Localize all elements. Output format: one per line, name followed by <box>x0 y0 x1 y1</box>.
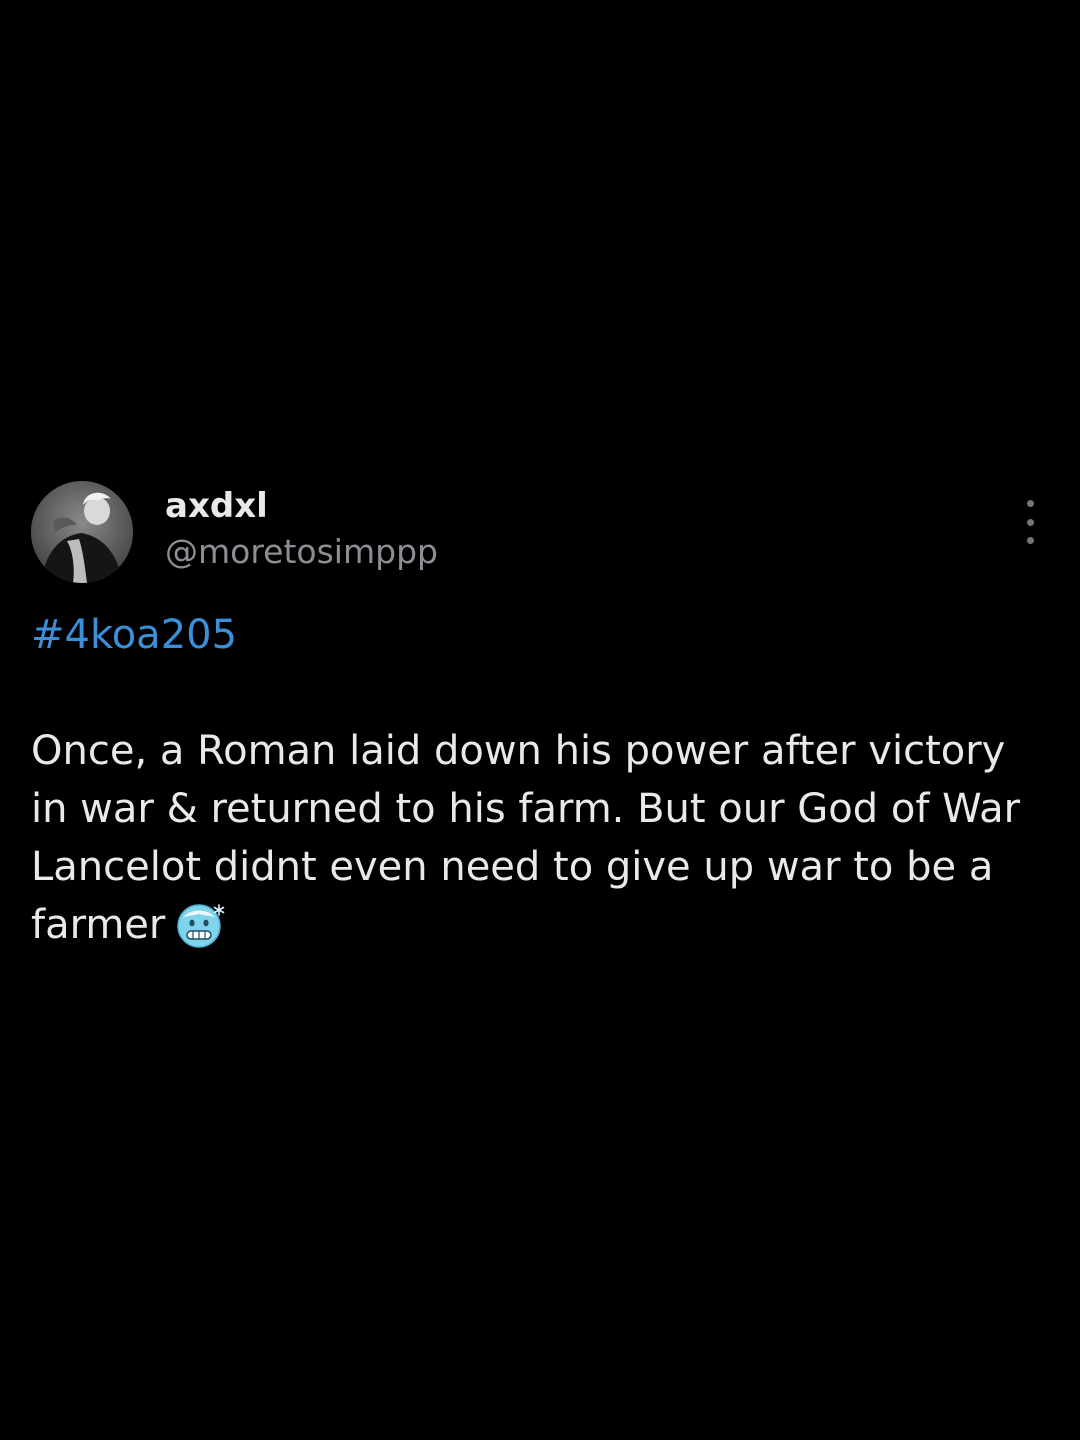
author-avatar[interactable] <box>31 481 133 583</box>
post-body-line: Once, a Roman laid down his power after … <box>31 728 1006 774</box>
author-handle[interactable]: @moretosimppp <box>165 530 438 574</box>
post-body: Once, a Roman laid down his power after … <box>31 722 1031 964</box>
author-display-name[interactable]: axdxl <box>165 484 268 528</box>
more-vertical-icon <box>1026 500 1034 507</box>
post-body-line: farmer <box>31 902 166 948</box>
avatar-image <box>31 481 133 583</box>
post-body-last-line: farmer <box>31 896 1031 964</box>
post-body-line: in war & returned to his farm. But our G… <box>31 786 1021 832</box>
post-body-line: Lancelot didnt even need to give up war … <box>31 844 994 890</box>
cold-face-emoji-icon <box>175 902 225 964</box>
post-card: axdxl @moretosimppp #4koa205 Once, a Rom… <box>0 0 1080 1440</box>
more-options-button[interactable] <box>1010 500 1050 544</box>
hashtag-link[interactable]: #4koa205 <box>31 609 237 661</box>
